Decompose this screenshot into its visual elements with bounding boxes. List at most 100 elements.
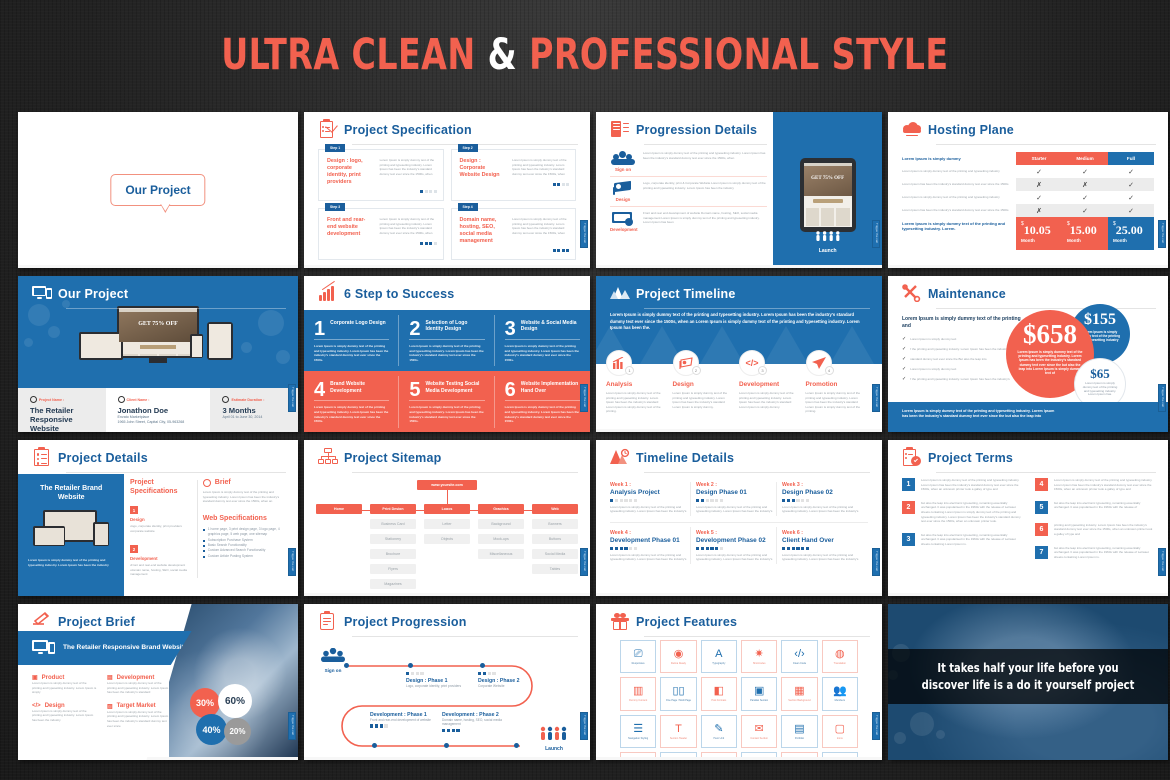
side-tab[interactable]: Trigger the call xyxy=(288,712,296,740)
feature-tile[interactable]: ▥ Dummy Content xyxy=(620,677,657,711)
feature-tile[interactable]: ⎚ Responsive xyxy=(620,640,657,674)
feature-item[interactable]: ▤ Development Lorem Ipsum is simply dummy… xyxy=(107,674,172,695)
stat-bubble-30[interactable]: 30% xyxy=(190,688,220,718)
slide-six-step-to-success[interactable]: 6 Step to Success 1 Corporate Logo Desig… xyxy=(304,276,590,432)
slide-timeline-details[interactable]: Timeline Details Week 1 : Analysis Proje… xyxy=(596,440,882,596)
slide-our-project[interactable]: Our Project GET 75% OFF Project Name: T… xyxy=(18,276,298,432)
side-tab[interactable]: Trigger the call xyxy=(288,548,296,576)
feature-tile[interactable]: ◉ Retina Ready xyxy=(660,640,697,674)
progression-row[interactable]: Sign on Lorem Ipsum is simply dummy text… xyxy=(610,147,768,177)
slide-project-sitemap[interactable]: Project Sitemap www.yoursite.com Home Pr… xyxy=(304,440,590,596)
feature-item[interactable]: ▨ Target Market Lorem Ipsum is simply dum… xyxy=(107,703,172,728)
progression-row[interactable]: Development Front and rear end developme… xyxy=(610,207,767,236)
spec-card[interactable]: Step 3 Front and rear-end website develo… xyxy=(318,203,444,260)
timeline-item[interactable]: 2 Design Lorem Ipsum is simply dummy tex… xyxy=(672,350,740,414)
side-tab[interactable]: Trigger the call xyxy=(580,220,588,248)
term-item[interactable]: 7 but also the leap into electronic type… xyxy=(1035,545,1154,560)
side-tab[interactable]: Trigger the call xyxy=(288,384,296,412)
side-tab[interactable]: Trigger the call xyxy=(872,548,880,576)
sitemap-branch[interactable]: Graphics Background Mock-ups Miscellaneo… xyxy=(478,504,524,589)
side-tab[interactable]: Trigger the call xyxy=(1158,384,1166,412)
feature-tile[interactable]: ▯▯ One Page / Multi Page xyxy=(660,677,697,711)
week-cell[interactable]: Week 2 : Design Phase 01 Lorem Ipsum is … xyxy=(696,478,782,522)
side-tab[interactable]: Trigger the call xyxy=(1158,548,1166,576)
slide-project-details[interactable]: Project Details The Retailer Brand Websi… xyxy=(18,440,298,596)
sitemap-branch[interactable]: Print Design Business Card Stationery Br… xyxy=(370,504,416,589)
slide-maintenance[interactable]: Maintenance Lorem Ipsum is simply dummy … xyxy=(888,276,1168,432)
term-item[interactable]: 2 but also the leap into electronic type… xyxy=(902,500,1021,524)
slide-title[interactable]: Our Project xyxy=(18,112,298,268)
week-cell[interactable]: Week 1 : Analysis Project Lorem Ipsum is… xyxy=(610,478,696,522)
progression-row[interactable]: Design Logo, corporate identity, print &… xyxy=(610,177,768,207)
feature-tile[interactable]: A Typography xyxy=(700,640,737,674)
slide-project-brief[interactable]: Project Brief The Retailer Responsive Br… xyxy=(18,604,298,760)
feature-tile[interactable]: 👥 Members xyxy=(821,677,858,711)
step-item[interactable]: 5 Website Testing Social Media Developme… xyxy=(399,371,495,432)
sitemap-branch[interactable]: Logos Letter Objects xyxy=(424,504,470,589)
slide-project-progression[interactable]: Project Progression Sign on Design: Pha… xyxy=(304,604,590,760)
term-item[interactable]: 6 printing and typesetting industry. Lor… xyxy=(1035,522,1154,537)
feature-item[interactable]: </> Design Lorem Ipsum is simply dummy te… xyxy=(32,703,97,728)
week-cell[interactable]: Week 6 : Client Hand Over Lorem Ipsum is… xyxy=(782,521,868,570)
feature-tile[interactable]: ◍ Translation xyxy=(821,640,858,674)
week-cell[interactable]: Week 5 : Development Phase 02 Lorem Ipsu… xyxy=(696,521,782,570)
feature-tile[interactable]: ▢ Icons xyxy=(821,714,858,749)
pricing-column-starter[interactable]: Starter ✓ ✗ ✓ ✗ $10.05 Month xyxy=(1016,152,1062,250)
feature-item[interactable]: ▣ Product Lorem Ipsum is simply dummy tex… xyxy=(32,674,97,695)
step-item[interactable]: 1 Corporate Logo Design Lorem Ipsum is s… xyxy=(304,310,400,372)
feature-tile[interactable]: ◧ Post Formats xyxy=(700,677,737,711)
timeline-item[interactable]: 1 Analysis Lorem Ipsum is simply dummy t… xyxy=(606,350,673,414)
step-item[interactable]: 6 Website Implementation Hand Over Lorem… xyxy=(494,371,590,432)
path-label[interactable]: Design : Phase 2 Corporate Website xyxy=(478,672,544,689)
timeline-item[interactable]: 4 Promotion Lorem Ipsum is simply dummy … xyxy=(805,350,873,414)
spec-heading: Design xyxy=(130,517,145,522)
step-item[interactable]: 3 Website & Social Media Design Lorem Ip… xyxy=(494,310,590,372)
feature-tile[interactable]: ✉ Contact Section xyxy=(740,714,778,749)
slide-project-specification[interactable]: Project Specification Step 1 Design : lo… xyxy=(304,112,590,268)
stat-bubble-40[interactable]: 40% xyxy=(196,714,227,745)
feature-tile[interactable]: ▣ Parallax Section xyxy=(740,677,778,711)
path-label[interactable]: Design : Phase 1 Logo, corporate identit… xyxy=(406,672,472,689)
slide-project-terms[interactable]: Project Terms 1 Lorem Ipsum is simply du… xyxy=(888,440,1168,596)
feature-tile[interactable]: ▤ Portfolio xyxy=(781,714,818,749)
stat-bubble-60[interactable]: 60% xyxy=(218,684,252,718)
feature-tile[interactable]: ✷ Shortcodes xyxy=(740,640,778,674)
step-item[interactable]: 4 Brand Website Development Lorem Ipsum … xyxy=(304,371,400,432)
spec-card[interactable]: Step 1 Design : logo, corporate identity… xyxy=(318,144,444,201)
pricing-column-full[interactable]: Full ✓ ✓ ✓ ✓ $25.00 Month xyxy=(1108,152,1154,250)
side-tab[interactable]: Trigger the call xyxy=(580,384,588,412)
slide-project-features[interactable]: Project Features ⎚ Responsive ◉ Retina Rea… xyxy=(596,604,882,760)
slide-project-timeline[interactable]: Project Timeline Lorem Ipsum is simply d… xyxy=(596,276,882,432)
step-item[interactable]: 2 Selection of Logo Identity Design Lore… xyxy=(399,310,495,372)
side-tab[interactable]: Trigger the call xyxy=(872,712,880,740)
term-item[interactable]: 3 but also the leap into electronic type… xyxy=(902,532,1021,547)
stat-bubble-20[interactable]: 20% xyxy=(224,718,251,745)
pricing-column-medium[interactable]: Medium ✓ ✗ ✓ ✓ $15.00 Month xyxy=(1062,152,1108,250)
feature-tile[interactable]: T Section Header xyxy=(660,714,697,749)
spec-card[interactable]: Step 2 Design : Corporate Website Design… xyxy=(450,144,576,201)
week-cell[interactable]: Week 4 : Development Phase 01 Lorem Ipsu… xyxy=(610,521,696,570)
feature-tile[interactable]: ☰ Navigation Styling xyxy=(620,714,657,749)
feature-tile[interactable]: ▦ Section Background xyxy=(781,677,818,711)
slide-hosting-plane[interactable]: Hosting Plane Lorem Ipsum is simply dumm… xyxy=(888,112,1168,268)
timeline-item[interactable]: </> 3 Development Lorem Ipsum is simply … xyxy=(739,350,806,414)
side-tab[interactable]: Trigger the call xyxy=(580,548,588,576)
feature-tile[interactable]: ‹/› Clean Code xyxy=(781,640,818,674)
path-label[interactable]: Development : Phase 1 Front and rear-end… xyxy=(370,712,436,731)
side-tab[interactable]: Trigger the call xyxy=(1158,220,1166,248)
term-item[interactable]: 4 Lorem Ipsum is simply dummy text of th… xyxy=(1035,478,1154,492)
path-label[interactable]: Development : Phase 2 Domain name, hosti… xyxy=(442,712,512,735)
term-item[interactable]: 5 but also the leap into electronic type… xyxy=(1035,500,1154,514)
side-tab[interactable]: Trigger the call xyxy=(872,220,880,248)
side-tab[interactable]: Trigger the call xyxy=(580,712,588,740)
side-tab[interactable]: Trigger the call xyxy=(872,384,880,412)
feature-tile[interactable]: ✎ Hero Unit xyxy=(700,714,737,749)
sitemap-root[interactable]: www.yoursite.com xyxy=(417,480,477,490)
sitemap-branch[interactable]: Web Banners Buttons Social Media Tables xyxy=(532,504,578,589)
slide-progression-details[interactable]: Progression Details Sign on Lorem Ipsum … xyxy=(596,112,882,268)
slide-closing-quote[interactable]: It takes half your life before you disco… xyxy=(888,604,1168,760)
sitemap-branch[interactable]: Home xyxy=(316,504,362,589)
spec-card[interactable]: Step 4 Domain name, hosting, SEO, social… xyxy=(450,203,576,260)
week-cell[interactable]: Week 3 : Design Phase 02 Lorem Ipsum is … xyxy=(782,478,868,522)
term-item[interactable]: 1 Lorem Ipsum is simply dummy text of th… xyxy=(902,478,1021,492)
